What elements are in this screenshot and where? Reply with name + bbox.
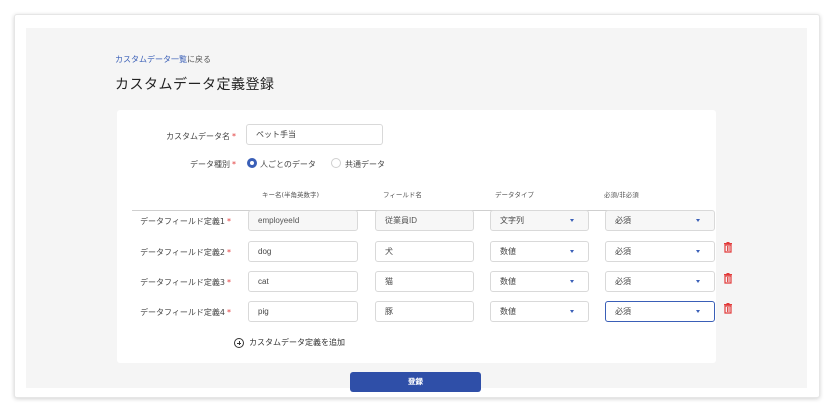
chevron-down-icon (696, 310, 700, 313)
row-label: データフィールド定義3 * (140, 278, 231, 287)
app-window: カスタムデータ一覧に戻る カスタムデータ定義登録 カスタムデータ名* データ種別… (14, 14, 820, 398)
chevron-down-icon (570, 310, 574, 313)
trash-icon[interactable] (723, 303, 733, 314)
back-link-suffix: に戻る (187, 55, 211, 64)
data-type-select[interactable]: 文字列 (490, 210, 589, 231)
radio-common[interactable] (331, 158, 341, 168)
add-field-button[interactable]: カスタムデータ定義を追加 (234, 337, 345, 348)
chevron-down-icon (570, 280, 574, 283)
required-select[interactable]: 必須 (605, 241, 715, 262)
row-label: データフィールド定義2 * (140, 248, 231, 257)
radio-per-person[interactable] (247, 158, 257, 168)
data-type-select[interactable]: 数値 (490, 301, 589, 322)
custom-data-name-input[interactable] (246, 124, 383, 145)
chevron-down-icon (696, 219, 700, 222)
required-select[interactable]: 必須 (605, 210, 715, 231)
key-input[interactable] (248, 210, 358, 231)
key-input[interactable] (248, 301, 358, 322)
row-label: データフィールド定義1 * (140, 217, 231, 226)
data-type-label: データ種別 * (190, 160, 236, 169)
key-input[interactable] (248, 241, 358, 262)
column-key-header: キー名(半角英数字) (262, 191, 320, 199)
name-label: カスタムデータ名 * (166, 132, 236, 141)
required-select[interactable]: 必須 (605, 301, 715, 322)
add-field-label: カスタムデータ定義を追加 (249, 338, 345, 347)
back-to-list-link[interactable]: カスタムデータ一覧 (115, 55, 187, 64)
plus-circle-icon (234, 337, 244, 348)
trash-icon[interactable] (723, 242, 733, 253)
field-name-input[interactable] (375, 241, 474, 262)
column-type-header: データタイプ (495, 191, 534, 199)
column-field-header: フィールド名 (383, 191, 422, 199)
key-input[interactable] (248, 271, 358, 292)
radio-per-person-label[interactable]: 人ごとのデータ (260, 159, 316, 170)
register-button[interactable]: 登録 (350, 372, 481, 392)
data-type-select[interactable]: 数値 (490, 241, 589, 262)
trash-icon[interactable] (723, 273, 733, 284)
page-title: カスタムデータ定義登録 (115, 77, 275, 93)
chevron-down-icon (696, 280, 700, 283)
field-name-input[interactable] (375, 210, 474, 231)
form-card: カスタムデータ名* データ種別* 人ごとのデータ 共通データ キー名(半角英数字… (117, 110, 732, 363)
row-label: データフィールド定義4 * (140, 308, 231, 317)
chevron-down-icon (570, 250, 574, 253)
field-name-input[interactable] (375, 301, 474, 322)
chevron-down-icon (696, 250, 700, 253)
page-canvas: カスタムデータ一覧に戻る カスタムデータ定義登録 カスタムデータ名* データ種別… (26, 28, 807, 392)
required-select[interactable]: 必須 (605, 271, 715, 292)
radio-common-label[interactable]: 共通データ (345, 159, 385, 170)
column-required-header: 必須/非必須 (604, 191, 639, 199)
breadcrumb: カスタムデータ一覧に戻る (115, 54, 211, 65)
field-name-input[interactable] (375, 271, 474, 292)
chevron-down-icon (570, 219, 574, 222)
data-type-select[interactable]: 数値 (490, 271, 589, 292)
